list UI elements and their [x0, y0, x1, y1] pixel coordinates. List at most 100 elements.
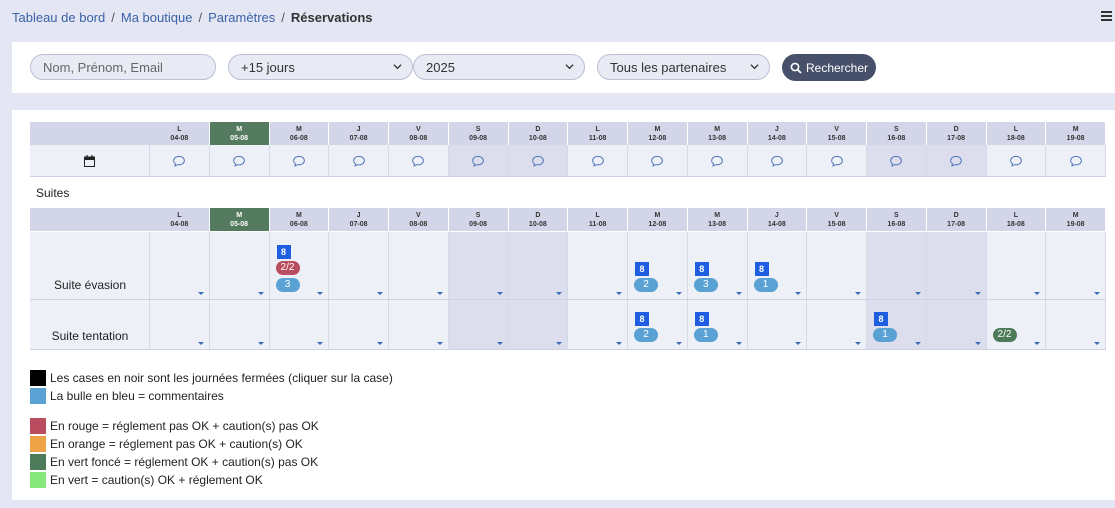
dropdown-arrow-icon[interactable]	[436, 342, 443, 345]
dropdown-arrow-icon[interactable]	[377, 342, 383, 345]
partner-select[interactable]: Tous les partenaires	[597, 54, 770, 80]
comment-cell[interactable]	[508, 145, 569, 176]
dropdown-arrow-icon[interactable]	[735, 342, 742, 345]
reservation-count-badge[interactable]: 8	[635, 262, 649, 276]
day-cell[interactable]	[448, 232, 509, 299]
day-cell[interactable]	[448, 300, 509, 349]
search-button[interactable]: Rechercher	[782, 54, 876, 81]
day-cell[interactable]	[807, 300, 867, 349]
day-cell[interactable]	[1046, 232, 1106, 299]
search-input[interactable]: Nom, Prénom, Email	[30, 54, 216, 80]
day-cell[interactable]	[568, 232, 628, 299]
breadcrumb-link-shop[interactable]: Ma boutique	[121, 10, 193, 26]
reservation-count-badge[interactable]: 8	[694, 312, 709, 326]
dropdown-arrow-icon[interactable]	[556, 342, 563, 345]
dropdown-arrow-icon[interactable]	[855, 292, 861, 295]
dropdown-arrow-icon[interactable]	[556, 292, 563, 295]
period-select[interactable]: +15 jours	[228, 54, 413, 80]
comment-cell[interactable]	[209, 145, 270, 176]
reservation-pill[interactable]: 2	[634, 328, 658, 342]
dropdown-arrow-icon[interactable]	[1034, 292, 1041, 295]
comment-cell[interactable]	[867, 145, 927, 176]
dropdown-arrow-icon[interactable]	[974, 342, 981, 345]
reservation-count-badge[interactable]: 8	[874, 312, 888, 326]
dropdown-arrow-icon[interactable]	[197, 292, 204, 295]
top-header-label	[30, 122, 150, 145]
reservation-pill[interactable]: 2/2	[275, 261, 300, 275]
dropdown-arrow-icon[interactable]	[1094, 342, 1100, 345]
dropdown-arrow-icon[interactable]	[496, 292, 503, 295]
day-cell[interactable]	[209, 300, 270, 349]
reservation-count-badge[interactable]: 8	[694, 262, 709, 276]
dropdown-arrow-icon[interactable]	[795, 292, 802, 295]
day-cell[interactable]	[508, 232, 569, 299]
reservation-count-badge[interactable]: 8	[635, 312, 649, 326]
comment-cell[interactable]	[1046, 145, 1106, 176]
day-cell[interactable]	[150, 300, 210, 349]
reservation-pill[interactable]: 1	[873, 328, 897, 342]
comment-cell[interactable]	[329, 145, 389, 176]
comment-cell[interactable]	[807, 145, 867, 176]
dropdown-arrow-icon[interactable]	[496, 342, 503, 345]
dropdown-arrow-icon[interactable]	[377, 292, 383, 295]
comment-cell[interactable]	[389, 145, 449, 176]
comment-cell[interactable]	[747, 145, 808, 176]
dropdown-arrow-icon[interactable]	[1094, 292, 1100, 295]
day-cell[interactable]	[329, 232, 389, 299]
year-select[interactable]: 2025	[413, 54, 585, 80]
day-cell[interactable]	[389, 232, 449, 299]
day-cell[interactable]	[329, 300, 389, 349]
hamburger-menu-icon[interactable]	[1101, 11, 1112, 21]
day-cell[interactable]	[747, 300, 808, 349]
dropdown-arrow-icon[interactable]	[795, 342, 802, 345]
reservation-pill[interactable]: 3	[275, 278, 300, 292]
reservation-count-badge[interactable]: 8	[276, 245, 291, 259]
breadcrumb-link-settings[interactable]: Paramètres	[208, 10, 275, 26]
dropdown-arrow-icon[interactable]	[257, 292, 264, 295]
comment-cell[interactable]	[269, 145, 330, 176]
day-cell[interactable]	[508, 300, 569, 349]
dropdown-arrow-icon[interactable]	[675, 292, 682, 295]
dropdown-arrow-icon[interactable]	[855, 342, 861, 345]
reservation-pill[interactable]: 3	[693, 278, 718, 292]
comment-cell[interactable]	[448, 145, 509, 176]
day-cell[interactable]	[807, 232, 867, 299]
dropdown-arrow-icon[interactable]	[317, 292, 324, 295]
dropdown-arrow-icon[interactable]	[675, 342, 682, 345]
comment-cell[interactable]	[628, 145, 688, 176]
dropdown-arrow-icon[interactable]	[735, 292, 742, 295]
day-cell[interactable]	[926, 300, 987, 349]
dropdown-arrow-icon[interactable]	[1034, 342, 1041, 345]
dropdown-arrow-icon[interactable]	[436, 292, 443, 295]
comment-cell[interactable]	[687, 145, 748, 176]
day-cell[interactable]	[986, 300, 1047, 349]
dropdown-arrow-icon[interactable]	[197, 342, 204, 345]
comment-cell[interactable]	[986, 145, 1047, 176]
reservation-pill[interactable]: 1	[693, 328, 718, 342]
dropdown-arrow-icon[interactable]	[914, 292, 921, 295]
calendar-cell[interactable]	[30, 145, 150, 176]
reservation-pill[interactable]: 1	[753, 278, 778, 292]
reservation-pill[interactable]: 2/2	[992, 328, 1017, 342]
day-cell[interactable]	[568, 300, 628, 349]
reservation-count-badge[interactable]: 8	[754, 262, 769, 276]
day-cell[interactable]	[986, 232, 1047, 299]
dropdown-arrow-icon[interactable]	[616, 292, 622, 295]
dropdown-arrow-icon[interactable]	[974, 292, 981, 295]
dropdown-arrow-icon[interactable]	[317, 342, 324, 345]
comment-cell[interactable]	[568, 145, 628, 176]
day-cell[interactable]	[389, 300, 449, 349]
day-cell[interactable]	[926, 232, 987, 299]
day-cell[interactable]	[867, 232, 927, 299]
dropdown-arrow-icon[interactable]	[914, 342, 921, 345]
comment-cell[interactable]	[150, 145, 210, 176]
comment-cell[interactable]	[926, 145, 987, 176]
breadcrumb-link-dashboard[interactable]: Tableau de bord	[12, 10, 105, 26]
day-cell[interactable]	[209, 232, 270, 299]
dropdown-arrow-icon[interactable]	[616, 342, 622, 345]
day-cell[interactable]	[1046, 300, 1106, 349]
dropdown-arrow-icon[interactable]	[257, 342, 264, 345]
day-cell[interactable]	[269, 300, 330, 349]
reservation-pill[interactable]: 2	[634, 278, 658, 292]
day-cell[interactable]	[150, 232, 210, 299]
